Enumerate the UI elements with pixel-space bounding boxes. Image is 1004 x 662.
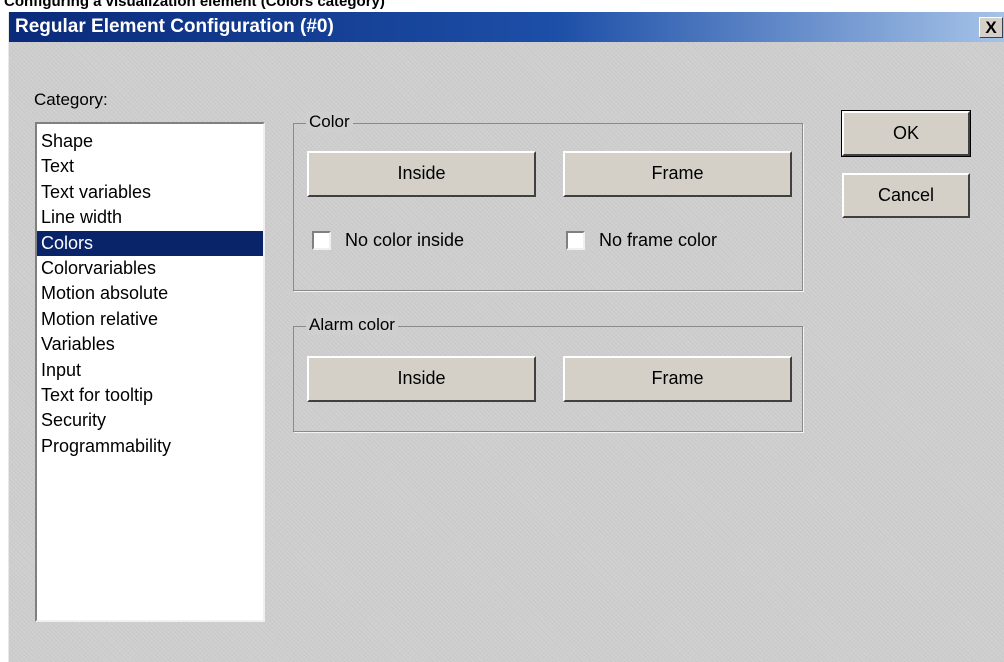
category-item-security[interactable]: Security	[37, 408, 263, 433]
category-item-programmability[interactable]: Programmability	[37, 434, 263, 459]
no-color-inside-label: No color inside	[345, 230, 465, 250]
close-icon: X	[985, 18, 997, 37]
title-bar[interactable]: Regular Element Configuration (#0) X	[9, 12, 1004, 42]
color-frame-button[interactable]: Frame	[563, 151, 792, 197]
alarm-inside-button[interactable]: Inside	[307, 356, 536, 402]
category-item-input[interactable]: Input	[37, 358, 263, 383]
no-color-inside-checkbox[interactable]	[312, 231, 331, 250]
cancel-button[interactable]: Cancel	[842, 173, 970, 218]
category-item-colors[interactable]: Colors	[37, 230, 263, 256]
color-inside-button[interactable]: Inside	[307, 151, 536, 197]
caption-text: Configuring a visualization element (Col…	[4, 0, 385, 10]
category-item-text[interactable]: Text	[37, 154, 263, 179]
category-item-line-width[interactable]: Line width	[37, 205, 263, 230]
category-item-colorvariables[interactable]: Colorvariables	[37, 256, 263, 281]
close-button[interactable]: X	[979, 17, 1003, 38]
window-title: Regular Element Configuration (#0)	[15, 16, 334, 37]
alarm-color-group-title: Alarm color	[306, 315, 398, 335]
category-list[interactable]: Shape Text Text variables Line width Col…	[35, 122, 265, 622]
element-configuration-dialog: Regular Element Configuration (#0) X Cat…	[8, 12, 1004, 662]
category-item-variables[interactable]: Variables	[37, 332, 263, 357]
category-item-text-for-tooltip[interactable]: Text for tooltip	[37, 383, 263, 408]
category-item-motion-relative[interactable]: Motion relative	[37, 307, 263, 332]
no-frame-color-label: No frame color	[599, 230, 718, 250]
no-frame-color-checkbox[interactable]	[566, 231, 585, 250]
category-item-motion-absolute[interactable]: Motion absolute	[37, 281, 263, 306]
color-group-title: Color	[306, 112, 353, 132]
color-groupbox: Color	[293, 112, 803, 291]
category-item-text-variables[interactable]: Text variables	[37, 180, 263, 205]
alarm-frame-button[interactable]: Frame	[563, 356, 792, 402]
category-item-shape[interactable]: Shape	[37, 129, 263, 154]
ok-button[interactable]: OK	[841, 110, 971, 157]
category-label: Category:	[34, 90, 108, 109]
